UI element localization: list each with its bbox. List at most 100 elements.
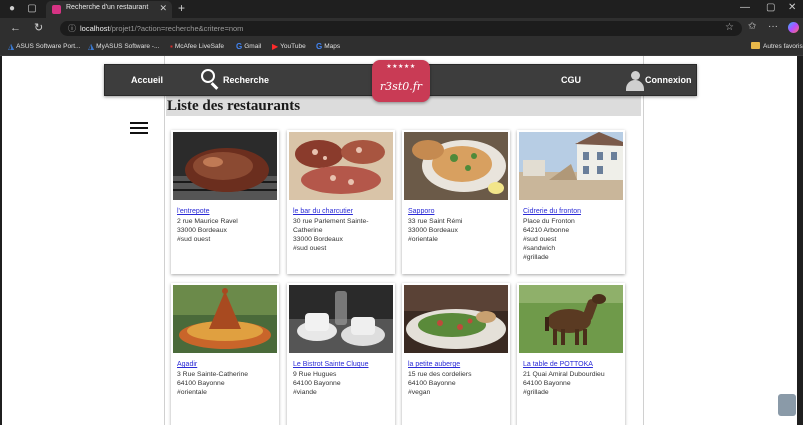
restaurant-info-line: #grillade (523, 389, 549, 396)
restaurant-info-line: 64100 Bayonne (523, 380, 571, 387)
nav-login-link[interactable]: Connexion (645, 75, 692, 85)
folder-icon (751, 42, 760, 49)
favorite-label: Maps (324, 43, 341, 50)
restaurant-info-line: 33 rue Saint Rémi (408, 218, 463, 225)
restaurant-info-line: #vegan (408, 389, 431, 396)
search-icon[interactable] (201, 69, 219, 90)
favorite-label: ASUS Software Port... (16, 43, 81, 50)
user-icon[interactable] (626, 71, 644, 91)
restaurant-card[interactable]: Sapporo 33 rue Saint Rémi 33000 Bordeaux… (402, 130, 510, 274)
copilot-icon[interactable] (788, 22, 799, 33)
restaurant-card[interactable]: l'entrepote 2 rue Maurice Ravel 33000 Bo… (171, 130, 279, 274)
address-bar[interactable]: ⓘ localhost/projet1/?action=recherche&cr… (60, 21, 742, 36)
favorite-label: Gmail (244, 43, 262, 50)
restaurant-info-line: #viande (293, 389, 317, 396)
mcafee-icon: ▪ (170, 42, 173, 51)
favorite-label: Autres favoris (763, 43, 803, 50)
restaurant-card[interactable]: Cidrerie du fronton Place du Fronton 642… (517, 130, 625, 274)
tab-close-icon[interactable]: ✕ (159, 3, 167, 14)
restaurant-photo-salad[interactable] (404, 285, 508, 353)
restaurant-card[interactable]: Agadir 3 Rue Sainte-Catherine 64100 Bayo… (171, 283, 279, 425)
restaurant-info-line: #sud ouest (177, 236, 211, 243)
restaurant-photo-charcuterie[interactable] (289, 132, 393, 200)
logo-stars: ★★★★★ (386, 64, 416, 70)
restaurant-name-link[interactable]: l'entrepote (177, 208, 209, 215)
asus-icon: ◮ (88, 42, 95, 51)
restaurant-info-line: 21 Quai Amiral Dubourdieu (523, 371, 605, 378)
restaurant-info-line: 30 rue Parlement Sainte- (293, 218, 369, 225)
favorite-youtube[interactable]: ▶ YouTube (272, 42, 306, 51)
asus-icon: ◮ (8, 42, 15, 51)
minimize-icon[interactable]: — (740, 2, 750, 13)
restaurant-photo-tajine[interactable] (173, 285, 277, 353)
restaurant-card[interactable]: La table de POTTOKA 21 Quai Amiral Dubou… (517, 283, 625, 425)
restaurant-info-line: Catherine (293, 227, 323, 234)
restaurant-card[interactable]: la petite auberge 15 rue des cordeliers … (402, 283, 510, 425)
favorite-label: McAfee LiveSafe (174, 43, 224, 50)
restaurant-name-link[interactable]: Le Bistrot Sainte Cluque (293, 361, 369, 368)
restaurant-card[interactable]: le bar du charcutier 30 rue Parlement Sa… (287, 130, 395, 274)
restaurant-photo-coffee-cups[interactable] (289, 285, 393, 353)
favorite-star-icon[interactable]: ☆ (725, 22, 734, 33)
maximize-icon[interactable]: ▢ (766, 2, 775, 13)
url-path: /projet1/?action=recherche&critere=nom (109, 24, 244, 33)
nav-home-link[interactable]: Accueil (131, 75, 163, 85)
new-tab-icon[interactable]: + (178, 1, 185, 15)
site-info-icon[interactable]: ⓘ (68, 23, 76, 34)
favorite-myasus[interactable]: ◮ MyASUS Software -... (88, 42, 159, 51)
google-icon: G (316, 42, 323, 51)
profile-icon[interactable]: ● (6, 3, 18, 15)
browser-tab-bar: ● ▢ Recherche d'un restaurant ✕ + — ▢ ✕ (0, 0, 803, 18)
restaurant-name-link[interactable]: la petite auberge (408, 361, 460, 368)
edge-sidebar-toggle-icon[interactable] (778, 394, 796, 416)
page-scrollbar[interactable] (797, 56, 803, 425)
restaurant-info-line: #sandwich (523, 245, 556, 252)
youtube-icon: ▶ (272, 42, 279, 51)
more-menu-icon[interactable]: ··· (768, 21, 778, 32)
restaurant-name-link[interactable]: La table de POTTOKA (523, 361, 593, 368)
back-icon[interactable]: ← (10, 22, 21, 34)
restaurant-card[interactable]: Le Bistrot Sainte Cluque 9 Rue Hugues 64… (287, 283, 395, 425)
restaurant-info-line: 64210 Arbonne (523, 227, 570, 234)
restaurant-info-line: #orientale (408, 236, 438, 243)
restaurant-info-line: 33000 Bordeaux (293, 236, 343, 243)
page-viewport: Liste des restaurants Accueil Recherche … (2, 56, 799, 425)
favorite-gmail[interactable]: G Gmail (236, 42, 261, 51)
restaurant-photo-grilled-steak[interactable] (173, 132, 277, 200)
favorite-maps[interactable]: G Maps (316, 42, 340, 51)
nav-search-link[interactable]: Recherche (223, 75, 269, 85)
restaurant-info-line: 64100 Bayonne (293, 380, 341, 387)
nav-cgu-link[interactable]: CGU (561, 75, 581, 85)
restaurant-name-link[interactable]: Agadir (177, 361, 197, 368)
url-text: localhost/projet1/?action=recherche&crit… (80, 24, 243, 33)
restaurant-info-line: 64100 Bayonne (408, 380, 456, 387)
tab-title: Recherche d'un restaurant (66, 4, 149, 11)
favorite-asus-software[interactable]: ◮ ASUS Software Port... (8, 42, 80, 51)
restaurant-photo-dish[interactable] (404, 132, 508, 200)
favorites-icon[interactable]: ✩ (748, 21, 756, 32)
favorite-label: YouTube (280, 43, 306, 50)
favorite-label: MyASUS Software -... (96, 43, 160, 50)
restaurant-name-link[interactable]: Cidrerie du fronton (523, 208, 581, 215)
page-title: Liste des restaurants (167, 98, 301, 114)
reload-icon[interactable]: ↻ (34, 22, 43, 34)
restaurant-info-line: 15 rue des cordeliers (408, 371, 472, 378)
browser-tab[interactable]: Recherche d'un restaurant ✕ (46, 1, 172, 18)
hamburger-menu-icon[interactable] (130, 122, 148, 134)
restaurant-name-link[interactable]: le bar du charcutier (293, 208, 353, 215)
close-window-icon[interactable]: ✕ (788, 2, 796, 13)
site-logo[interactable]: ★★★★★ r3st0.fr (372, 60, 430, 102)
address-toolbar: ← ↻ ⓘ localhost/projet1/?action=recherch… (0, 18, 803, 38)
restaurant-info-line: 2 rue Maurice Ravel (177, 218, 238, 225)
restaurant-name-link[interactable]: Sapporo (408, 208, 434, 215)
restaurant-info-line: 9 Rue Hugues (293, 371, 337, 378)
restaurant-photo-pony[interactable] (519, 285, 623, 353)
restaurant-info-line: 3 Rue Sainte-Catherine (177, 371, 249, 378)
restaurant-photo-building[interactable] (519, 132, 623, 200)
restaurant-info-line: #sud ouest (523, 236, 557, 243)
favorite-mcafee[interactable]: ▪ McAfee LiveSafe (170, 42, 224, 51)
tab-actions-icon[interactable]: ▢ (26, 3, 38, 15)
logo-text: r3st0.fr (379, 80, 423, 93)
restaurant-info-line: #orientale (177, 389, 207, 396)
other-favorites-folder[interactable]: Autres favoris (751, 42, 803, 50)
